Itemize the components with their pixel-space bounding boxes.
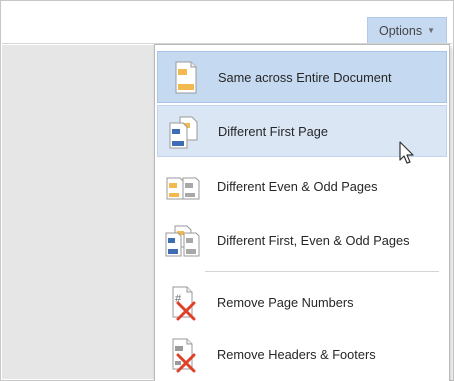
menu-item-different-even-odd[interactable]: Different Even & Odd Pages bbox=[157, 161, 447, 213]
menu-item-label: Remove Headers & Footers bbox=[217, 347, 376, 362]
remove-page-numbers-icon: # bbox=[163, 285, 203, 321]
menu-item-label: Different First, Even & Odd Pages bbox=[217, 233, 410, 248]
menu-item-label: Same across Entire Document bbox=[218, 70, 392, 85]
menu-item-label: Different First Page bbox=[218, 124, 329, 139]
menu-item-label: Remove Page Numbers bbox=[217, 295, 354, 310]
options-button[interactable]: Options ▼ bbox=[367, 17, 447, 43]
document-area bbox=[2, 45, 154, 379]
menu-separator bbox=[205, 271, 439, 272]
options-menu: Same across Entire Document Different Fi… bbox=[154, 44, 450, 381]
menu-item-same-across-document[interactable]: Same across Entire Document bbox=[157, 51, 447, 103]
menu-item-remove-page-numbers[interactable]: # Remove Page Numbers bbox=[157, 277, 447, 329]
options-label: Options bbox=[378, 23, 423, 38]
menu-item-remove-headers-footers[interactable]: Remove Headers & Footers bbox=[157, 329, 447, 381]
first-page-header-icon bbox=[164, 114, 204, 150]
mouse-pointer-icon bbox=[398, 140, 418, 166]
menu-item-label: Different Even & Odd Pages bbox=[217, 179, 378, 194]
window: Options ▼ Same across Entire Document Di… bbox=[0, 0, 454, 381]
page-header-icon bbox=[164, 60, 204, 96]
remove-headers-footers-icon bbox=[163, 337, 203, 373]
menu-item-different-first-even-odd[interactable]: Different First, Even & Odd Pages bbox=[157, 215, 447, 267]
chevron-down-icon: ▼ bbox=[427, 26, 435, 35]
even-odd-pages-icon bbox=[163, 169, 203, 205]
first-even-odd-pages-icon bbox=[163, 223, 203, 259]
